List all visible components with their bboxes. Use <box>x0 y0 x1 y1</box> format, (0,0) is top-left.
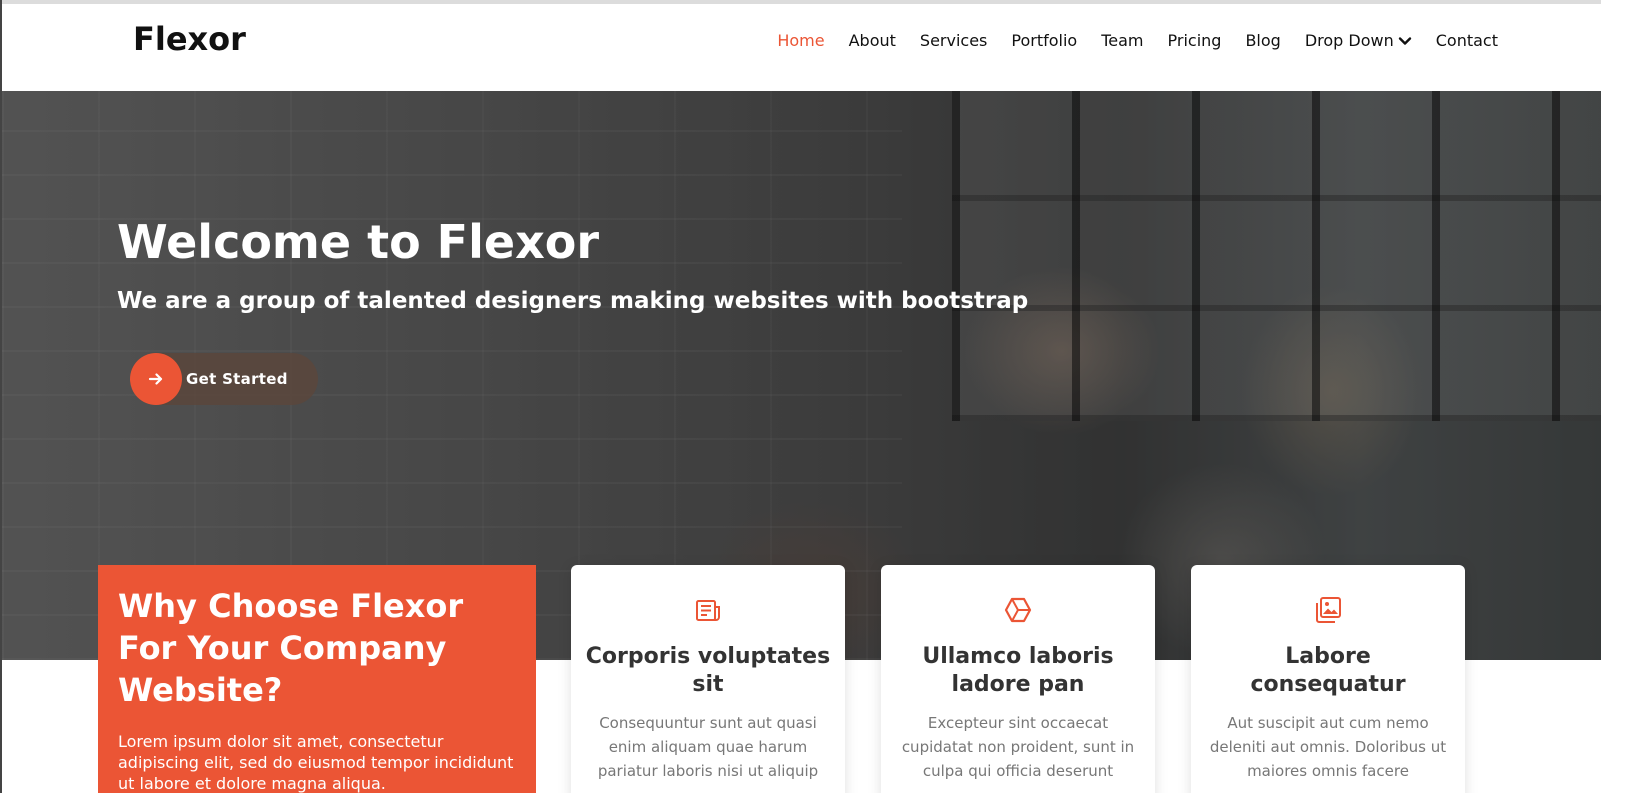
feature-card-title: Corporis voluptates sit <box>585 644 831 697</box>
site-header: Flexor Home About Services Portfolio Tea… <box>0 4 1627 91</box>
why-choose-box: Why Choose Flexor For Your Company Websi… <box>98 565 536 793</box>
left-border <box>0 0 2 793</box>
nav-item-home[interactable]: Home <box>765 28 836 54</box>
chevron-down-icon <box>1398 37 1411 45</box>
hero-subtitle: We are a group of talented designers mak… <box>117 288 1029 314</box>
page: Flexor Home About Services Portfolio Tea… <box>0 0 1627 793</box>
feature-card: Labore consequatur Aut suscipit aut cum … <box>1191 565 1465 793</box>
nav-item-contact[interactable]: Contact <box>1424 28 1510 54</box>
main-nav: Home About Services Portfolio Team Prici… <box>765 28 1510 54</box>
why-choose-text: Lorem ipsum dolor sit amet, consectetur … <box>118 732 514 793</box>
newspaper-icon <box>696 600 720 621</box>
hexagon-cube-icon <box>1004 597 1032 623</box>
nav-item-about[interactable]: About <box>837 28 908 54</box>
nav-item-services[interactable]: Services <box>908 28 999 54</box>
feature-card-text: Excepteur sint occaecat cupidatat non pr… <box>901 714 1135 780</box>
feature-card-title: Ullamco laboris ladore pan <box>922 644 1114 697</box>
nav-item-blog[interactable]: Blog <box>1233 28 1292 54</box>
feature-card: Corporis voluptates sit Consequuntur sun… <box>571 565 845 793</box>
feature-card-text: Aut suscipit aut cum nemo deleniti aut o… <box>1209 714 1447 780</box>
why-choose-title: Why Choose Flexor For Your Company Websi… <box>118 587 464 709</box>
images-icon <box>1316 597 1341 623</box>
feature-card-title: Labore consequatur <box>1250 644 1406 697</box>
nav-item-pricing[interactable]: Pricing <box>1156 28 1234 54</box>
get-started-circle <box>130 353 182 405</box>
hero-title: Welcome to Flexor <box>117 215 600 269</box>
feature-card: Ullamco laboris ladore pan Excepteur sin… <box>881 565 1155 793</box>
feature-card-text: Consequuntur sunt aut quasi enim aliquam… <box>597 714 819 780</box>
logo[interactable]: Flexor <box>133 20 246 58</box>
nav-item-dropdown[interactable]: Drop Down <box>1293 28 1424 54</box>
get-started-button[interactable]: Get Started <box>130 353 318 405</box>
right-page-gutter <box>1601 0 1627 793</box>
nav-item-team[interactable]: Team <box>1089 28 1155 54</box>
nav-item-portfolio[interactable]: Portfolio <box>999 28 1089 54</box>
arrow-right-icon <box>148 373 163 385</box>
nav-item-dropdown-label: Drop Down <box>1304 31 1394 50</box>
get-started-label: Get Started <box>186 370 288 388</box>
